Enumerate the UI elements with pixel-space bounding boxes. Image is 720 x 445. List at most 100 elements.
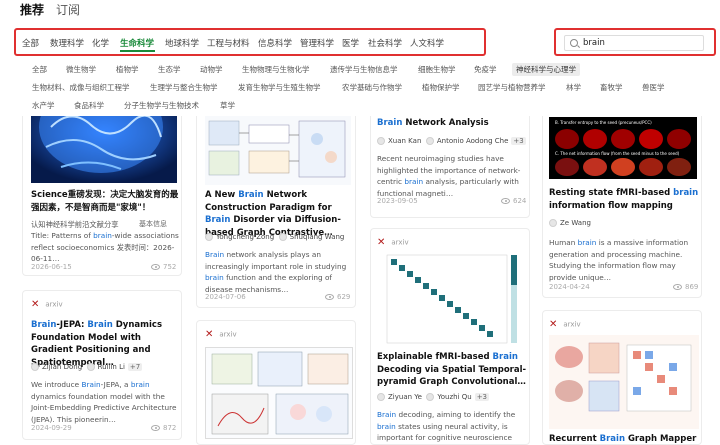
subcategory-item[interactable]: 林学 <box>566 82 581 93</box>
arxiv-logo-icon: ✕ <box>549 319 558 330</box>
card-views: 869 <box>673 283 698 291</box>
card-authors: Ziyuan Ye Youzhi Qu +3 <box>377 393 490 401</box>
card-source: ✕ arxiv <box>377 237 409 248</box>
card-title[interactable]: A New Brain Network Construction Paradig… <box>205 189 353 239</box>
figure-caption: B. Transfer entropy to the seed (precune… <box>555 120 652 125</box>
subcategory-item[interactable]: 动物学 <box>200 64 223 75</box>
card-date: 2024-07-06 <box>205 293 246 301</box>
card-thumbnail: B. Transfer entropy to the seed (precune… <box>549 117 697 179</box>
card-title[interactable]: Brain-JEPA: Brain Dynamics Foundation Mo… <box>31 319 179 369</box>
category-engineering[interactable]: 工程与材料 <box>207 37 250 49</box>
card-title[interactable]: Explainable fMRI-based Brain Decoding vi… <box>377 351 527 389</box>
subcategory-item[interactable]: 兽医学 <box>642 82 665 93</box>
subcategory-item[interactable]: 遗传学与生物信息学 <box>330 64 398 75</box>
subcategory-item[interactable]: 免疫学 <box>474 64 497 75</box>
category-information[interactable]: 信息科学 <box>258 37 292 49</box>
subcategory-item[interactable]: 细胞生物学 <box>418 64 456 75</box>
card-views: 624 <box>501 197 526 205</box>
subcategory-item[interactable]: 水产学 <box>32 100 55 111</box>
subcategory-item[interactable]: 植物学 <box>116 64 139 75</box>
subcategory-item[interactable]: 生物材料、成像与组织工程学 <box>32 82 130 93</box>
article-card[interactable]: ✕ arxiv <box>370 228 530 445</box>
author-avatar <box>278 233 287 241</box>
author-avatar <box>205 233 213 241</box>
card-title[interactable]: Recurrent Brain Graph Mapper for <box>549 433 699 444</box>
category-medicine[interactable]: 医学 <box>342 37 359 49</box>
card-description: Human brain is a massive information gen… <box>549 238 689 282</box>
card-title[interactable]: Resting state fMRI-based brain informati… <box>549 187 699 212</box>
category-all[interactable]: 全部 <box>22 37 39 49</box>
active-category-underline <box>120 50 155 52</box>
arxiv-logo-icon: ✕ <box>31 299 40 310</box>
figure-caption: C. The net information flow (from the se… <box>555 151 680 156</box>
category-life-science[interactable]: 生命科学 <box>120 37 154 49</box>
card-source: ✕ arxiv <box>549 319 581 330</box>
card-date: 2024-09-29 <box>31 424 72 432</box>
author-avatar <box>31 363 39 371</box>
article-card[interactable]: ✕ arxiv Brain-JEPA: Brain Dynamics Founda… <box>22 290 182 440</box>
author-avatar <box>377 393 385 401</box>
subcategory-item[interactable]: 生物物理与生物化学 <box>242 64 310 75</box>
subcategory-item[interactable]: 草学 <box>220 100 235 111</box>
subcategory-item[interactable]: 生理学与整合生物学 <box>150 82 218 93</box>
card-source: ✕ arxiv <box>31 299 63 310</box>
card-thumbnail <box>205 347 353 439</box>
article-card[interactable]: A New Brain Network Construction Paradig… <box>196 96 356 308</box>
search-icon <box>570 39 578 47</box>
category-humanities[interactable]: 人文科学 <box>410 37 444 49</box>
subcategory-item[interactable]: 园艺学与植物营养学 <box>478 82 546 93</box>
subcategory-item[interactable]: 全部 <box>32 64 47 75</box>
category-chemistry[interactable]: 化学 <box>92 37 109 49</box>
article-card[interactable]: ✕arxiv Recurrent Brain Graph Mapper for <box>542 310 702 445</box>
card-thumbnail <box>549 335 699 429</box>
card-thumbnail <box>205 115 351 185</box>
card-tag: 基本信息 <box>139 220 167 228</box>
card-views: 752 <box>151 263 176 271</box>
category-earth-science[interactable]: 地球科学 <box>165 37 199 49</box>
card-thumbnail <box>377 251 527 347</box>
subcategory-item[interactable]: 食品科学 <box>74 100 104 111</box>
card-date: 2024-04-24 <box>549 283 590 291</box>
subcategory-item[interactable]: 植物保护学 <box>422 82 460 93</box>
subcategory-panel: 全部 微生物学 植物学 生态学 动物学 生物物理与生物化学 遗传学与生物信息学 … <box>0 58 720 116</box>
search-input[interactable]: brain <box>564 35 704 51</box>
subcategory-item[interactable]: 农学基础与作物学 <box>342 82 402 93</box>
eye-icon <box>151 264 160 270</box>
card-source: 认知神经科学前沿文献分享 <box>31 220 119 229</box>
page-root: 推荐 订阅 全部 数理科学 化学 生命科学 地球科学 工程与材料 信息科学 管理… <box>0 0 720 445</box>
subcategory-item[interactable]: 微生物学 <box>66 64 96 75</box>
eye-icon <box>673 284 682 290</box>
tab-subscribe[interactable]: 订阅 <box>56 2 80 18</box>
card-source: ✕ arxiv <box>205 329 237 340</box>
category-math-physics[interactable]: 数理科学 <box>50 37 84 49</box>
article-card[interactable]: ✕ arxiv <box>196 320 356 445</box>
card-authors: Zijian Dong Ruilin Li +7 <box>31 363 143 371</box>
author-avatar <box>426 393 435 401</box>
subcategory-item[interactable]: 畜牧学 <box>600 82 623 93</box>
category-management[interactable]: 管理科学 <box>300 37 334 49</box>
card-description: Title: Patterns of brain-wide associatio… <box>31 231 179 263</box>
search-container: brain <box>554 28 716 56</box>
card-title[interactable]: Science重磅发现：决定大脑发育的最强因素，不是智商而是"家境"！ <box>31 189 179 214</box>
category-social-science[interactable]: 社会科学 <box>368 37 402 49</box>
eye-icon <box>501 198 510 204</box>
article-card[interactable]: Science重磅发现：决定大脑发育的最强因素，不是智商而是"家境"！ 认知神经… <box>22 96 182 276</box>
card-authors: Ze Wang <box>549 219 591 227</box>
category-bar: 全部 数理科学 化学 生命科学 地球科学 工程与材料 信息科学 管理科学 医学 … <box>14 28 486 56</box>
subcategory-item[interactable]: 发育生物学与生殖生物学 <box>238 82 321 93</box>
subcategory-item[interactable]: 分子生物学与生物技术 <box>124 100 199 111</box>
article-card[interactable]: B. Transfer entropy to the seed (precune… <box>542 96 702 298</box>
author-avatar <box>425 137 434 145</box>
card-description: We introduce Brain-JEPA, a brain dynamic… <box>31 380 177 424</box>
eye-icon <box>151 425 160 431</box>
card-description: Recent neuroimaging studies have highlig… <box>377 154 521 198</box>
subcategory-item[interactable]: 生态学 <box>158 64 181 75</box>
card-date: 2026-06-15 <box>31 263 72 271</box>
card-authors: Xuan Kan Antonio Aodong Che +3 <box>377 137 526 145</box>
tab-recommend[interactable]: 推荐 <box>20 2 44 18</box>
card-date: 2023-09-05 <box>377 197 418 205</box>
card-title[interactable]: Brain Network Analysis <box>377 117 527 130</box>
card-description: Brain network analysis plays an increasi… <box>205 250 347 294</box>
subcategory-item-active[interactable]: 神经科学与心理学 <box>512 63 580 76</box>
arxiv-logo-icon: ✕ <box>205 329 214 340</box>
